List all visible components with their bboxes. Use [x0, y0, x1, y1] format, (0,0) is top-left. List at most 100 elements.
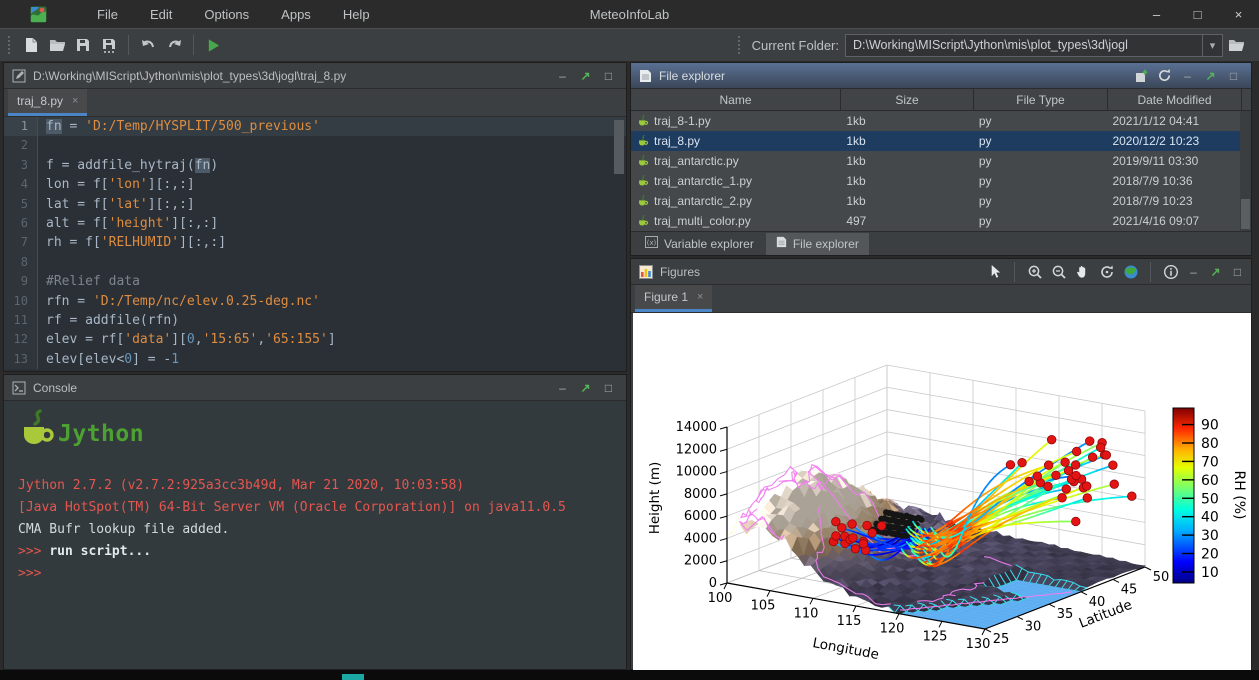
file-row-traj_antarctic_2.py[interactable]: traj_antarctic_2.py1kbpy2018/7/9 10:23	[631, 191, 1240, 211]
line-number: 12	[4, 330, 38, 349]
file-explorer-minimize-button[interactable]: –	[1178, 66, 1197, 85]
file-table-scrollbar[interactable]	[1240, 111, 1251, 231]
svg-text:45: 45	[1121, 582, 1138, 597]
toolbar-grip[interactable]	[8, 36, 12, 54]
cursor-icon	[987, 264, 1002, 279]
svg-text:50: 50	[1201, 491, 1219, 507]
window-maximize-button[interactable]: □	[1177, 0, 1218, 28]
zoom-in-button[interactable]	[1024, 262, 1045, 282]
line-number: 7	[4, 233, 38, 252]
menu-options[interactable]: Options	[190, 4, 263, 25]
file-row-traj_8.py[interactable]: traj_8.py1kbpy2020/12/2 10:23	[631, 131, 1240, 151]
file-size-cell: 1kb	[840, 174, 973, 188]
jython-file-icon	[637, 135, 649, 147]
console-panel-buttons: – ↗ □	[553, 378, 626, 397]
figures-panel-header: Figures	[631, 259, 1251, 285]
console-maximize-button[interactable]: □	[599, 378, 618, 397]
select-cursor-button[interactable]	[984, 262, 1005, 282]
menu-help[interactable]: Help	[329, 4, 384, 25]
editor-scrollbar-thumb[interactable]	[614, 120, 624, 174]
tab-figure-1[interactable]: Figure 1 ×	[635, 285, 712, 312]
chevron-down-icon[interactable]: ▾	[1202, 35, 1222, 56]
undo-icon	[140, 37, 157, 53]
editor-panel-buttons: – ↗ □	[553, 66, 626, 85]
open-file-button[interactable]	[44, 32, 70, 58]
file-type-cell: py	[973, 134, 1107, 148]
svg-text:35: 35	[1057, 607, 1074, 622]
refresh-button[interactable]	[1155, 66, 1174, 85]
code-text: rfn = 'D:/Temp/nc/elev.0.25-deg.nc'	[38, 292, 320, 311]
file-row-traj_antarctic.py[interactable]: traj_antarctic.py1kbpy2019/9/11 03:30	[631, 151, 1240, 171]
column-header-date-modified[interactable]: Date Modified	[1108, 89, 1242, 110]
globe-button[interactable]	[1120, 262, 1141, 282]
tab-close-icon[interactable]: ×	[72, 95, 78, 107]
redo-button[interactable]	[161, 32, 187, 58]
menu-apps[interactable]: Apps	[267, 4, 325, 25]
file-explorer-restore-button[interactable]: ↗	[1201, 66, 1220, 85]
current-folder-combobox[interactable]: D:\Working\MIScript\Jython\mis\plot_type…	[845, 34, 1223, 57]
run-icon	[206, 38, 221, 53]
window-close-button[interactable]: ×	[1218, 0, 1259, 28]
info-button[interactable]	[1160, 262, 1181, 282]
window-minimize-button[interactable]: –	[1136, 0, 1177, 28]
save-button[interactable]	[70, 32, 96, 58]
figure-canvas[interactable]: 0200040006000800010000120001400010010511…	[633, 313, 1251, 671]
menu-bar: FileEditOptionsAppsHelp	[83, 4, 384, 25]
tab-traj-8-py[interactable]: traj_8.py ×	[8, 89, 87, 116]
file-table-scrollbar-thumb[interactable]	[1241, 199, 1250, 229]
browse-folder-button[interactable]	[1223, 32, 1249, 58]
window-bottom-edge	[0, 670, 1259, 680]
file-type-cell: py	[973, 154, 1107, 168]
toolbar-grip[interactable]	[738, 36, 742, 54]
svg-text:30: 30	[1025, 620, 1042, 635]
menu-edit[interactable]: Edit	[136, 4, 186, 25]
file-explorer-maximize-button[interactable]: □	[1224, 66, 1243, 85]
jython-logo: Jython	[20, 409, 144, 449]
rotate-button[interactable]	[1096, 262, 1117, 282]
save-as-button[interactable]	[96, 32, 122, 58]
editor-maximize-button[interactable]: □	[599, 66, 618, 85]
line-number: 6	[4, 214, 38, 233]
console-restore-button[interactable]: ↗	[576, 378, 595, 397]
file-row-traj_multi_color.py[interactable]: traj_multi_color.py497py2021/4/16 09:07	[631, 211, 1240, 231]
zoom-out-button[interactable]	[1048, 262, 1069, 282]
column-header-size[interactable]: Size	[841, 89, 974, 110]
editor-restore-button[interactable]: ↗	[576, 66, 595, 85]
code-line-13: 13elev[elev<0] = -1	[4, 350, 626, 369]
figure-3d-trajectory-plot[interactable]: 0200040006000800010000120001400010010511…	[633, 313, 1251, 671]
menu-file[interactable]: File	[83, 4, 132, 25]
undo-button[interactable]	[135, 32, 161, 58]
code-line-7: 7rh = f['RELHUMID'][:,:]	[4, 233, 626, 252]
figures-maximize-button[interactable]: □	[1228, 262, 1247, 281]
editor-scrollbar[interactable]	[613, 118, 625, 318]
tab-close-icon[interactable]: ×	[697, 291, 703, 303]
svg-text:14000: 14000	[676, 420, 717, 435]
tab-variable-explorer[interactable]: (x)Variable explorer	[635, 233, 764, 255]
tab-file-explorer[interactable]: File explorer	[766, 233, 869, 255]
column-header-file-type[interactable]: File Type	[974, 89, 1108, 110]
console-output[interactable]: Jython Jython 2.7.2 (v2.7.2:925a3cc3b49d…	[4, 401, 626, 669]
pan-button[interactable]	[1072, 262, 1093, 282]
figures-restore-button[interactable]: ↗	[1206, 262, 1225, 281]
editor-minimize-button[interactable]: –	[553, 66, 572, 85]
file-table: traj_8-1.py1kbpy2021/1/12 04:41traj_8.py…	[631, 111, 1240, 231]
file-size-cell: 1kb	[840, 134, 973, 148]
run-script-button[interactable]	[200, 32, 226, 58]
up-folder-button[interactable]	[1132, 66, 1151, 85]
file-modified-cell: 2020/12/2 10:23	[1106, 134, 1240, 148]
window-controls: –□×	[1136, 0, 1259, 28]
file-row-traj_antarctic_1.py[interactable]: traj_antarctic_1.py1kbpy2018/7/9 10:36	[631, 171, 1240, 191]
svg-text:Height (m): Height (m)	[647, 462, 663, 535]
save-icon	[75, 37, 91, 53]
console-minimize-button[interactable]: –	[553, 378, 572, 397]
editor-panel-header: D:\Working\MIScript\Jython\mis\plot_type…	[4, 63, 626, 89]
file-icon	[776, 236, 787, 251]
figures-minimize-button[interactable]: –	[1184, 262, 1203, 281]
svg-text:90: 90	[1201, 418, 1219, 434]
new-file-button[interactable]	[18, 32, 44, 58]
code-editor[interactable]: 1fn = 'D:/Temp/HYSPLIT/500_previous'23f …	[4, 117, 626, 371]
console-lines: Jython 2.7.2 (v2.7.2:925a3cc3b49d, Mar 2…	[18, 475, 620, 585]
jython-file-icon	[637, 195, 649, 207]
column-header-name[interactable]: Name	[631, 89, 841, 110]
file-row-traj_8-1.py[interactable]: traj_8-1.py1kbpy2021/1/12 04:41	[631, 111, 1240, 131]
